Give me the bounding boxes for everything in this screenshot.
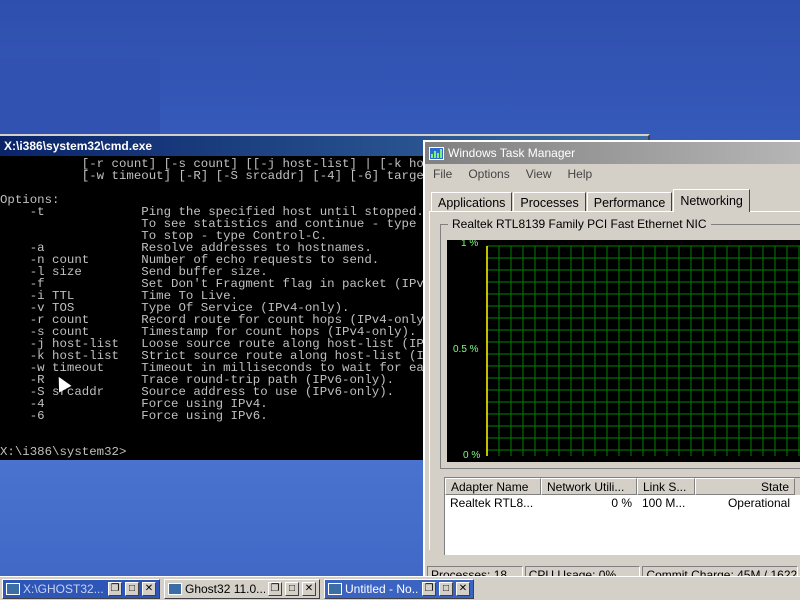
task-manager-title: Windows Task Manager xyxy=(448,146,576,160)
network-utilization-graph: 1 % 0.5 % 0 % xyxy=(447,238,800,462)
adapter-table[interactable]: Adapter Name Network Utili... Link S... … xyxy=(444,477,800,555)
tab-applications[interactable]: Applications xyxy=(431,192,513,212)
taskbar-button-label: Ghost32 11.0... xyxy=(185,582,265,596)
close-icon[interactable]: ✕ xyxy=(142,582,156,596)
taskbar-button-label: X:\GHOST32... xyxy=(23,582,104,596)
menu-options[interactable]: Options xyxy=(468,167,509,181)
menu-view[interactable]: View xyxy=(526,167,552,181)
restore-icon[interactable]: ❐ xyxy=(268,582,282,596)
task-manager-icon xyxy=(429,146,444,160)
restore-icon[interactable]: ❐ xyxy=(108,582,122,596)
task-manager-window[interactable]: Windows Task Manager File Options View H… xyxy=(423,140,800,586)
tab-networking[interactable]: Networking xyxy=(673,189,750,212)
maximize-icon[interactable]: □ xyxy=(285,582,299,596)
taskbar: X:\GHOST32... ❐ □ ✕ Ghost32 11.0... ❐ □ … xyxy=(0,576,800,600)
cell-link-speed: 100 M... xyxy=(642,496,686,510)
cell-network-utilization: 0 % xyxy=(611,496,632,510)
cell-state: Operational xyxy=(727,496,790,510)
wallpaper-sky xyxy=(0,58,160,138)
menu-help[interactable]: Help xyxy=(568,167,593,181)
taskbar-button-notepad[interactable]: Untitled - No... ❐ □ ✕ xyxy=(324,579,474,599)
taskbar-button-label: Untitled - No... xyxy=(345,582,419,596)
column-header-state[interactable]: State xyxy=(695,478,795,495)
taskbar-button-ghost32-cmd[interactable]: X:\GHOST32... ❐ □ ✕ xyxy=(2,579,160,599)
graph-grid xyxy=(486,245,800,456)
task-manager-menubar: File Options View Help xyxy=(425,164,800,184)
tab-processes[interactable]: Processes xyxy=(513,192,586,212)
restore-icon[interactable]: ❐ xyxy=(422,582,436,596)
adapter-table-header: Adapter Name Network Utili... Link S... … xyxy=(445,478,800,495)
column-header-link-speed[interactable]: Link S... xyxy=(637,478,695,495)
menu-file[interactable]: File xyxy=(433,167,452,181)
notepad-app-icon xyxy=(328,583,342,595)
column-header-adapter-name[interactable]: Adapter Name xyxy=(445,478,541,495)
tab-performance[interactable]: Performance xyxy=(586,192,673,212)
close-icon[interactable]: ✕ xyxy=(456,582,470,596)
maximize-icon[interactable]: □ xyxy=(125,582,139,596)
cmd-window-title: X:\i386\system32\cmd.exe xyxy=(4,139,153,153)
graph-y-label-top: 1 % xyxy=(461,238,479,249)
adapter-group-label: Realtek RTL8139 Family PCI Fast Ethernet… xyxy=(448,217,711,231)
task-manager-tabs: Applications Processes Performance Netwo… xyxy=(431,188,751,212)
column-header-network-utilization[interactable]: Network Utili... xyxy=(541,478,637,495)
taskbar-button-ghost32[interactable]: Ghost32 11.0... ❐ □ ✕ xyxy=(164,579,320,599)
maximize-icon[interactable]: □ xyxy=(439,582,453,596)
graph-y-label-bottom: 0 % xyxy=(463,450,481,461)
graph-y-label-mid: 0.5 % xyxy=(453,344,479,355)
cell-adapter-name: Realtek RTL8... xyxy=(450,496,534,510)
task-manager-titlebar[interactable]: Windows Task Manager xyxy=(425,142,800,164)
ghost-app-icon xyxy=(168,583,182,595)
table-row[interactable]: Realtek RTL8... 0 % 100 M... Operational xyxy=(445,495,800,511)
cmd-app-icon xyxy=(6,583,20,595)
close-icon[interactable]: ✕ xyxy=(302,582,316,596)
